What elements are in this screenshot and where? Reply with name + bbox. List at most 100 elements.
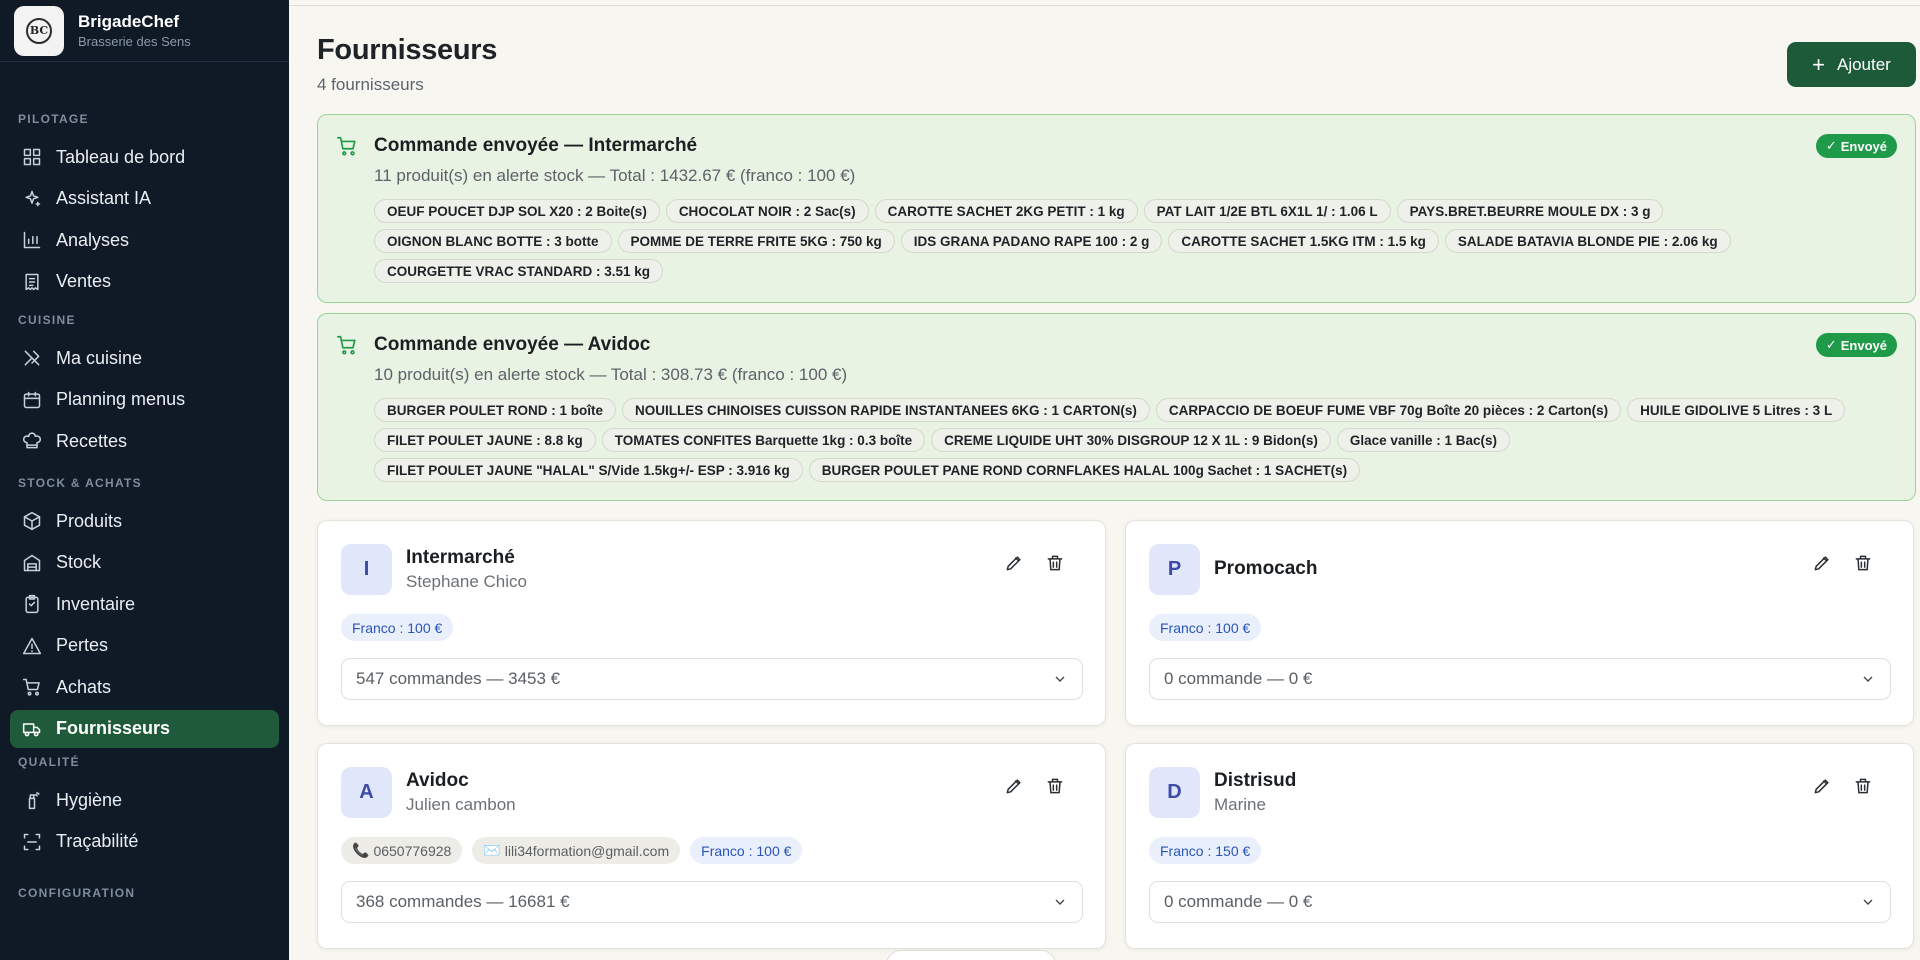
sidebar-item-label: Ma cuisine (56, 347, 143, 368)
sidebar-item-label: Inventaire (56, 593, 136, 614)
trash-icon[interactable] (1849, 772, 1877, 800)
sidebar-item-achats[interactable]: Achats (10, 668, 279, 706)
sidebar-item-label: Hygiène (56, 789, 123, 810)
sidebar-item-pertes[interactable]: Pertes (10, 627, 279, 665)
order-item-chip: IDS GRANA PADANO RAPE 100 : 2 g (900, 229, 1163, 253)
chevron-down-icon (1055, 676, 1065, 682)
page-subtitle: 4 fournisseurs (317, 75, 424, 94)
avatar: P (1149, 544, 1200, 595)
edit-icon[interactable] (1808, 772, 1836, 800)
sidebar-section-label: QUALITÉ (18, 755, 80, 769)
avatar: I (341, 544, 392, 595)
franco-tag: Franco : 150 € (1149, 837, 1262, 864)
sidebar-item-fournisseurs[interactable]: Fournisseurs (10, 709, 279, 748)
sidebar-section-label: CONFIGURATION (18, 886, 136, 900)
sidebar-item-assistant-ia[interactable]: Assistant IA (10, 180, 279, 218)
orders-dropdown[interactable]: 547 commandes — 3453 € (341, 658, 1083, 700)
order-item-chip: OEUF POUCET DJP SOL X20 : 2 Boite(s) (374, 199, 660, 223)
sparkles-icon (22, 189, 42, 209)
order-title: Commande envoyée — Intermarché (374, 135, 698, 156)
sidebar-item-ventes[interactable]: Ventes (10, 263, 279, 301)
sidebar-item-label: Tableau de bord (56, 146, 186, 167)
truck-icon (22, 719, 42, 739)
orders-summary: 368 commandes — 16681 € (356, 892, 570, 911)
status-label: Envoyé (1840, 138, 1887, 154)
supplier-card[interactable]: A Avidoc Julien cambon 📞 0650776928 ✉️ lili34f… (317, 743, 1106, 949)
sidebar-item-analyses[interactable]: Analyses (10, 221, 279, 259)
franco-tag: Franco : 100 € (1149, 614, 1262, 641)
email-value: lili34formation@gmail.com (504, 842, 670, 859)
order-item-chip: CREME LIQUIDE UHT 30% DISGROUP 12 X 1L :… (931, 428, 1331, 452)
order-item-chip: PAT LAIT 1/2E BTL 6X1L 1/ : 1.06 L (1143, 199, 1391, 223)
sidebar-item-inventaire[interactable]: Inventaire (10, 585, 279, 623)
sidebar-item-produits[interactable]: Produits (10, 502, 279, 540)
edit-icon[interactable] (1808, 549, 1836, 577)
top-bar (289, 0, 1920, 6)
sidebar-item-label: Ventes (56, 271, 112, 291)
chevron-down-icon (1863, 899, 1873, 905)
status-badge: ✓ Envoyé (1815, 333, 1897, 357)
supplier-contact: Julien cambon (406, 795, 516, 814)
order-items: OEUF POUCET DJP SOL X20 : 2 Boite(s) CHOC… (374, 199, 1875, 283)
orders-dropdown[interactable]: 0 commande — 0 € (1149, 658, 1891, 700)
sidebar-section: QUALITÉ Hygiène Traçabilité (0, 755, 289, 864)
sidebar-section: STOCK & ACHATS Produits Stock Inventaire Per… (0, 476, 289, 751)
supplier-tags: 📞 0650776928 ✉️ lili34formation@gmail.com Fr… (341, 837, 803, 864)
edit-icon[interactable] (1000, 549, 1028, 577)
spray-bottle-icon (22, 790, 42, 810)
avatar: D (1149, 767, 1200, 818)
avatar: A (341, 767, 392, 818)
sidebar-item-recettes[interactable]: Recettes (10, 422, 279, 460)
check-icon: ✓ (1825, 337, 1837, 352)
receipt-icon (22, 272, 42, 292)
email-tag[interactable]: ✉️ lili34formation@gmail.com (472, 837, 681, 864)
sidebar-item-label: Produits (56, 510, 123, 531)
order-title: Commande envoyée — Avidoc (374, 334, 651, 355)
orders-dropdown[interactable]: 368 commandes — 16681 € (341, 881, 1083, 923)
supplier-tags: Franco : 150 € (1149, 837, 1262, 864)
sidebar-item-tracabilite[interactable]: Traçabilité (10, 823, 279, 861)
supplier-contact: Marine (1214, 795, 1266, 814)
supplier-card[interactable]: I Intermarché Stephane Chico Franco : 100 €… (317, 520, 1106, 726)
sidebar-item-label: Analyses (56, 229, 130, 250)
order-item-chip: Glace vanille : 1 Bac(s) (1336, 428, 1510, 452)
supplier-card[interactable]: P Promocach Franco : 100 € 0 commande — 0 € (1125, 520, 1914, 726)
sidebar-item-tableau-de-bord[interactable]: Tableau de bord (10, 138, 279, 176)
pagination-pill[interactable] (886, 950, 1056, 960)
status-badge: ✓ Envoyé (1815, 134, 1897, 158)
supplier-name: Intermarché (406, 547, 515, 568)
brand[interactable]: BC BrigadeChef Brasserie des Sens (0, 0, 289, 62)
dashboard-icon (22, 147, 42, 167)
brand-logo: BC (14, 5, 64, 56)
order-item-chip: TOMATES CONFITES Barquette 1kg : 0.3 boî… (601, 428, 926, 452)
edit-icon[interactable] (1000, 772, 1028, 800)
cart-icon (22, 677, 42, 697)
sidebar-item-hygiene[interactable]: Hygiène (10, 781, 279, 819)
check-icon: ✓ (1825, 138, 1837, 153)
trash-icon[interactable] (1041, 772, 1069, 800)
sidebar-item-label: Achats (56, 676, 112, 697)
brand-name: BrigadeChef (78, 12, 180, 31)
supplier-card[interactable]: D Distrisud Marine Franco : 150 € 0 commande… (1125, 743, 1914, 949)
sidebar-item-stock[interactable]: Stock (10, 544, 279, 582)
trash-icon[interactable] (1849, 549, 1877, 577)
sidebar-section: PILOTAGE Tableau de bord Assistant IA Analy… (0, 112, 289, 304)
trash-icon[interactable] (1041, 549, 1069, 577)
sidebar-item-label: Pertes (56, 635, 109, 655)
brand-logo-mark: BC (26, 17, 52, 44)
add-supplier-button[interactable]: + Ajouter (1787, 42, 1916, 87)
sidebar-item-label: Planning menus (56, 389, 186, 409)
order-item-chip: POMME DE TERRE FRITE 5KG : 750 kg (617, 229, 895, 253)
order-item-chip: FILET POULET JAUNE "HALAL" S/Vide 1.5kg+… (374, 458, 803, 482)
status-label: Envoyé (1840, 337, 1887, 353)
sidebar-section: CUISINE Ma cuisine Planning menus Recettes (0, 313, 289, 464)
phone-tag[interactable]: 📞 0650776928 (341, 837, 463, 864)
orders-dropdown[interactable]: 0 commande — 0 € (1149, 881, 1891, 923)
sidebar-item-ma-cuisine[interactable]: Ma cuisine (10, 339, 279, 377)
order-item-chip: CAROTTE SACHET 1.5KG ITM : 1.5 kg (1168, 229, 1439, 253)
order-item-chip: OIGNON BLANC BOTTE : 3 botte (374, 229, 612, 253)
order-item-chip: HUILE GIDOLIVE 5 Litres : 3 L (1627, 398, 1846, 422)
supplier-tags: Franco : 100 € (1149, 614, 1262, 641)
sidebar-item-planning-menus[interactable]: Planning menus (10, 381, 279, 419)
calendar-icon (22, 390, 42, 410)
